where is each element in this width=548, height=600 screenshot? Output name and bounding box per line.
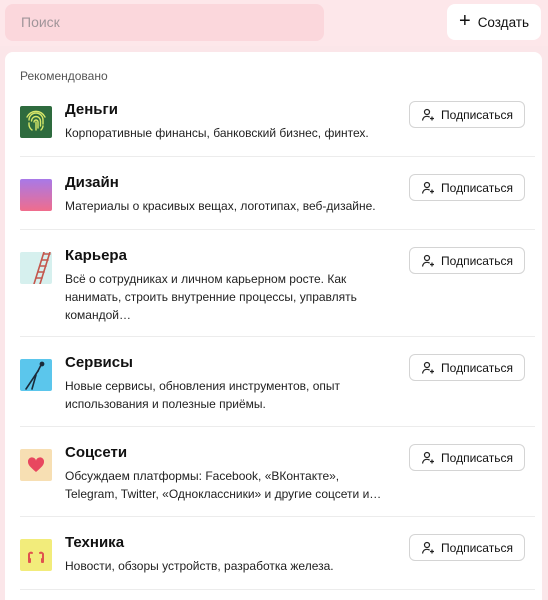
subscribe-label: Подписаться <box>441 540 513 555</box>
subscribe-button[interactable]: Подписаться <box>409 354 525 381</box>
list-item: Соцсети Обсуждаем платформы: Facebook, «… <box>20 444 535 517</box>
subscribe-button[interactable]: Подписаться <box>409 534 525 561</box>
section-title: Рекомендовано <box>20 69 108 83</box>
item-description: Новые сервисы, обновления инструментов, … <box>65 379 341 411</box>
item-name[interactable]: Соцсети <box>65 444 127 461</box>
subscribe-button[interactable]: Подписаться <box>409 101 525 128</box>
heart-icon <box>20 449 52 481</box>
subscribe-label: Подписаться <box>441 253 513 268</box>
item-name[interactable]: Техника <box>65 534 124 551</box>
list-item: Деньги Корпоративные финансы, банковский… <box>20 101 535 157</box>
item-description: Материалы о красивых вещах, логотипах, в… <box>65 199 376 213</box>
item-description: Обсуждаем платформы: Facebook, «ВКонтакт… <box>65 469 382 501</box>
divider <box>20 589 535 590</box>
item-name[interactable]: Дизайн <box>65 174 119 191</box>
headphones-icon <box>20 539 52 571</box>
item-description: Новости, обзоры устройств, разработка же… <box>65 559 334 573</box>
plus-icon: + <box>459 10 471 32</box>
divider <box>20 336 535 337</box>
item-description: Всё о сотрудниках и личном карьерном рос… <box>65 272 357 322</box>
add-user-icon <box>421 361 435 374</box>
subscribe-label: Подписаться <box>441 180 513 195</box>
add-user-icon <box>421 541 435 554</box>
top-bar: Поиск + Создать <box>0 0 548 46</box>
subscribe-button[interactable]: Подписаться <box>409 444 525 471</box>
fingerprint-icon <box>20 106 52 138</box>
item-description: Корпоративные финансы, банковский бизнес… <box>65 126 369 140</box>
list-item: Карьера Всё о сотрудниках и личном карье… <box>20 247 535 337</box>
gradient-icon <box>20 179 52 211</box>
subscribe-button[interactable]: Подписаться <box>409 174 525 201</box>
search-input[interactable]: Поиск <box>5 4 324 41</box>
item-name[interactable]: Деньги <box>65 101 118 118</box>
subscribe-label: Подписаться <box>441 450 513 465</box>
subscribe-label: Подписаться <box>441 360 513 375</box>
list-item: Сервисы Новые сервисы, обновления инстру… <box>20 354 535 427</box>
list-item: Техника Новости, обзоры устройств, разра… <box>20 534 535 590</box>
subscribe-label: Подписаться <box>441 107 513 122</box>
divider <box>20 156 535 157</box>
add-user-icon <box>421 451 435 464</box>
subscribe-button[interactable]: Подписаться <box>409 247 525 274</box>
create-button[interactable]: + Создать <box>447 4 541 40</box>
tools-icon <box>20 359 52 391</box>
add-user-icon <box>421 108 435 121</box>
divider <box>20 426 535 427</box>
item-name[interactable]: Карьера <box>65 247 127 264</box>
list-item: Дизайн Материалы о красивых вещах, логот… <box>20 174 535 230</box>
recommendations-panel: Рекомендовано Деньги Корпоративные финан… <box>5 52 542 600</box>
divider <box>20 229 535 230</box>
create-button-label: Создать <box>477 14 529 30</box>
divider <box>20 516 535 517</box>
add-user-icon <box>421 181 435 194</box>
add-user-icon <box>421 254 435 267</box>
ladder-icon <box>20 252 52 284</box>
item-name[interactable]: Сервисы <box>65 354 133 371</box>
